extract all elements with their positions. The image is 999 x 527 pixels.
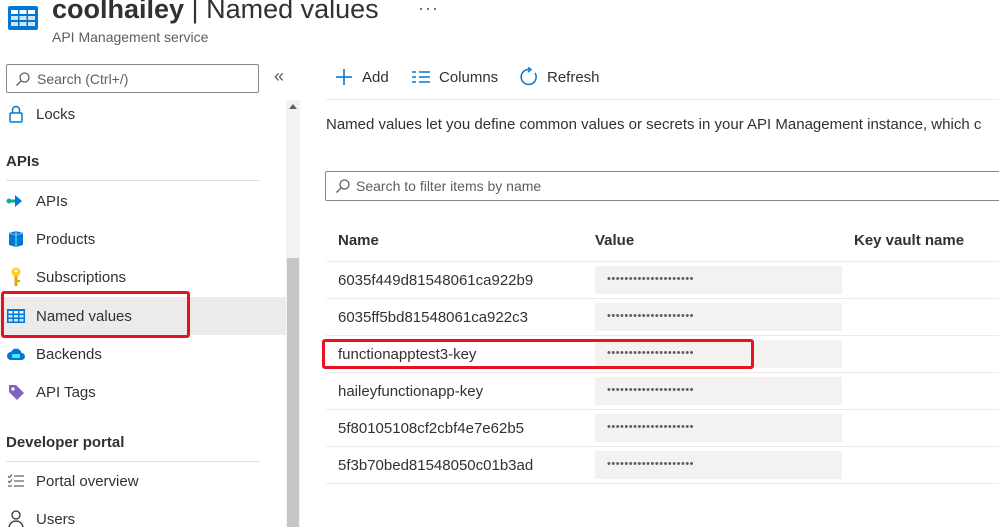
filter-placeholder: Search to filter items by name xyxy=(356,178,542,194)
sidebar-item-label: Portal overview xyxy=(36,472,139,490)
table-row[interactable]: 6035f449d81548061ca922b9 •••••••••••••••… xyxy=(326,262,999,299)
column-header-name[interactable]: Name xyxy=(338,232,379,249)
refresh-icon xyxy=(519,67,539,87)
page-subtitle: API Management service xyxy=(52,29,209,45)
sidebar-item-users[interactable]: Users xyxy=(0,500,286,527)
lock-icon xyxy=(6,104,26,124)
refresh-button[interactable]: Refresh xyxy=(519,67,600,87)
sidebar-item-label: Products xyxy=(36,230,96,248)
sidebar-item-label: Backends xyxy=(36,345,102,363)
sidebar-item-named-values[interactable]: Named values xyxy=(0,297,286,335)
api-arrow-icon xyxy=(6,191,26,211)
row-name-link[interactable]: 6035ff5bd81548061ca922c3 xyxy=(338,309,528,326)
page-title: coolhailey | Named values xyxy=(52,0,379,25)
resource-menu: Search (Ctrl+/) « Locks APIs APIs Produc… xyxy=(0,56,300,527)
api-management-grid-icon xyxy=(8,6,38,30)
row-name-link[interactable]: haileyfunctionapp-key xyxy=(338,383,483,400)
more-options-button[interactable]: ··· xyxy=(418,0,439,19)
table-row[interactable]: 6035ff5bd81548061ca922c3 •••••••••••••••… xyxy=(326,299,999,336)
scroll-up-arrow-icon[interactable] xyxy=(289,104,297,109)
table-row[interactable]: 5f80105108cf2cbf4e7e62b5 •••••••••••••••… xyxy=(326,410,999,447)
menu-scrollbar[interactable] xyxy=(286,100,300,527)
row-value-masked: •••••••••••••••••••• xyxy=(595,303,842,331)
named-values-grid-icon xyxy=(6,306,26,326)
section-title-apis: APIs xyxy=(6,153,40,170)
add-button[interactable]: Add xyxy=(334,67,389,87)
menu-search-input[interactable]: Search (Ctrl+/) xyxy=(6,64,259,93)
cloud-icon xyxy=(6,344,26,364)
page-description: Named values let you define common value… xyxy=(326,116,982,133)
section-divider xyxy=(6,180,260,181)
columns-button-label: Columns xyxy=(439,68,499,86)
sidebar-item-label: Named values xyxy=(36,307,132,325)
sidebar-item-apis[interactable]: APIs xyxy=(0,182,286,220)
row-value-masked: •••••••••••••••••••• xyxy=(595,266,842,294)
sidebar-item-portal-overview[interactable]: Portal overview xyxy=(0,462,286,500)
page-header: coolhailey | Named values ··· API Manage… xyxy=(0,0,999,56)
row-name-link[interactable]: 5f80105108cf2cbf4e7e62b5 xyxy=(338,420,524,437)
page-title-text: Named values xyxy=(206,0,379,24)
menu-list: Locks APIs APIs Products Subscriptions N… xyxy=(0,100,300,527)
tag-icon xyxy=(6,382,26,402)
list-check-icon xyxy=(6,471,26,491)
add-button-label: Add xyxy=(362,68,389,86)
sidebar-item-label: Locks xyxy=(36,105,76,123)
row-value-masked: •••••••••••••••••••• xyxy=(595,377,842,405)
table-row[interactable]: functionapptest3-key •••••••••••••••••••… xyxy=(326,336,999,373)
sidebar-item-locks[interactable]: Locks xyxy=(0,100,286,133)
row-value-masked: •••••••••••••••••••• xyxy=(595,414,842,442)
title-separator: | xyxy=(184,0,207,24)
section-title-developer-portal: Developer portal xyxy=(6,434,125,451)
sidebar-item-subscriptions[interactable]: Subscriptions xyxy=(0,258,286,296)
collapse-menu-button[interactable]: « xyxy=(274,66,284,87)
columns-button[interactable]: Columns xyxy=(411,67,498,87)
search-icon xyxy=(336,179,350,193)
row-name-link[interactable]: functionapptest3-key xyxy=(338,346,476,363)
column-header-value[interactable]: Value xyxy=(595,232,634,249)
sidebar-item-api-tags[interactable]: API Tags xyxy=(0,373,286,411)
sidebar-item-label: Users xyxy=(36,510,76,527)
menu-search-placeholder: Search (Ctrl+/) xyxy=(37,71,129,87)
filter-input[interactable]: Search to filter items by name xyxy=(325,171,999,201)
key-icon xyxy=(6,267,26,287)
columns-list-icon xyxy=(411,67,431,87)
table-row[interactable]: 5f3b70bed81548050c01b3ad •••••••••••••••… xyxy=(326,447,999,484)
table-row[interactable]: haileyfunctionapp-key ••••••••••••••••••… xyxy=(326,373,999,410)
resource-name: coolhailey xyxy=(52,0,185,24)
column-header-key-vault-name[interactable]: Key vault name xyxy=(854,232,964,249)
sidebar-item-label: Subscriptions xyxy=(36,268,127,286)
search-icon xyxy=(16,72,30,86)
plus-icon xyxy=(334,67,354,87)
scrollbar-thumb[interactable] xyxy=(287,258,299,527)
product-cube-icon xyxy=(6,229,26,249)
sidebar-item-label: APIs xyxy=(36,192,68,210)
row-value-masked: •••••••••••••••••••• xyxy=(595,340,842,368)
user-icon xyxy=(6,509,26,527)
sidebar-item-label: API Tags xyxy=(36,383,96,401)
sidebar-item-products[interactable]: Products xyxy=(0,220,286,258)
sidebar-item-backends[interactable]: Backends xyxy=(0,335,286,373)
command-bar: Add Columns Refresh xyxy=(326,56,999,100)
row-name-link[interactable]: 5f3b70bed81548050c01b3ad xyxy=(338,457,533,474)
refresh-button-label: Refresh xyxy=(547,68,600,86)
row-value-masked: •••••••••••••••••••• xyxy=(595,451,842,479)
row-name-link[interactable]: 6035f449d81548061ca922b9 xyxy=(338,272,533,289)
